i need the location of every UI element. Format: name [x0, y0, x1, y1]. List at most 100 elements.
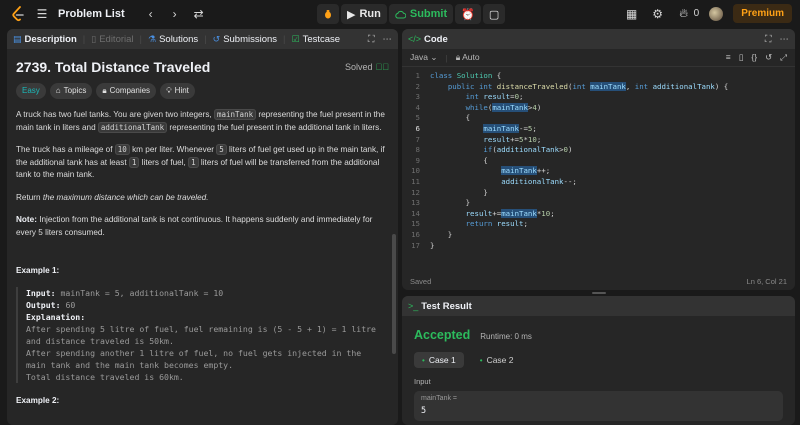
streak-counter[interactable]: 🔥︎ 0 — [676, 6, 700, 22]
solved-status: Solved ✓⃝ — [345, 61, 389, 74]
tab-editorial[interactable]: ▯ Editorial — [91, 34, 133, 45]
flask-icon: ⚗ — [148, 33, 157, 44]
more-options-icon[interactable]: ⋯ — [780, 34, 790, 45]
code-line: result+=5*10; — [483, 134, 542, 144]
line-number: 1 — [415, 71, 420, 80]
test-result-body: Accepted Runtime: 0 ms • Case 1 • Case 2… — [402, 316, 795, 425]
reset-icon[interactable]: ↺ — [765, 52, 772, 63]
prev-problem-icon[interactable]: ‹ — [143, 6, 159, 22]
input-label: Input: — [26, 287, 56, 298]
language-select[interactable]: Java ⌄ — [410, 52, 437, 63]
line-number: 7 — [415, 134, 420, 144]
hint-button[interactable]: 💡︎ Hint — [160, 82, 195, 99]
avatar[interactable] — [709, 6, 724, 21]
submit-button[interactable]: Submit — [388, 4, 454, 24]
tab-solutions[interactable]: ⚗ Solutions — [148, 34, 198, 45]
fullscreen-icon[interactable]: ⤢ — [780, 52, 787, 63]
maximize-icon[interactable]: ⛶ — [368, 34, 375, 45]
problem-list-link[interactable]: Problem List — [58, 8, 125, 20]
companies-button[interactable]: 🔒︎ Companies — [96, 82, 157, 99]
debug-button[interactable] — [317, 4, 339, 24]
problem-list-icon[interactable]: ☰ — [34, 6, 50, 22]
test-result-header: >_ Test Result — [402, 296, 795, 316]
toolbar-divider: | — [445, 52, 448, 63]
terminal-icon: >_ — [408, 301, 419, 311]
notes-icon[interactable]: ≡ — [726, 52, 731, 63]
panel-resize-handle[interactable] — [592, 292, 606, 294]
line-number: 11 — [411, 176, 420, 186]
runtime-text: Runtime: 0 ms — [480, 332, 532, 341]
cursor-position: Ln 6, Col 21 — [746, 277, 787, 286]
checkbox-icon: ☑ — [291, 33, 300, 44]
bug-icon — [325, 10, 331, 19]
tab-label: Submissions — [223, 33, 278, 45]
input-section-label: Input — [414, 377, 431, 386]
pass-dot-icon: • — [479, 355, 483, 365]
text: Return — [16, 192, 43, 202]
settings-gear-icon[interactable]: ⚙ — [650, 6, 666, 22]
language-value: Java — [410, 52, 428, 62]
code-line: } — [430, 187, 488, 197]
topics-button[interactable]: ⌂ Topics — [49, 82, 93, 99]
save-status: Saved — [410, 277, 432, 286]
code-line: } — [430, 198, 471, 208]
output-label: Output: — [26, 299, 61, 310]
inline-code: mainTank — [213, 109, 257, 120]
line-number: 5 — [415, 113, 420, 123]
line-number: 14 — [411, 208, 420, 218]
line-number: 4 — [415, 102, 420, 112]
premium-button[interactable]: Premium — [733, 4, 792, 23]
code-line: additionalTank--; — [501, 176, 577, 186]
result-status: Accepted — [414, 328, 471, 342]
book-icon: ▯ — [91, 33, 97, 44]
problem-title[interactable]: 2739. Total Distance Traveled — [16, 60, 210, 73]
shuffle-icon[interactable]: ⇄ — [191, 6, 207, 22]
solved-label: Solved — [344, 62, 373, 72]
code-line: } — [430, 229, 453, 239]
layout-grid-icon[interactable]: ▦ — [624, 6, 640, 22]
difficulty-badge: Easy — [16, 82, 46, 99]
auto-mode-toggle[interactable]: 🔒︎ Auto — [456, 52, 480, 63]
note-icon: ▢ — [488, 8, 500, 21]
code-editor[interactable]: 1 class Solution { 2 public int distanceT… — [402, 67, 795, 251]
code-status-bar: Saved Ln 6, Col 21 — [410, 277, 787, 286]
run-button[interactable]: ▶ Run — [341, 4, 387, 24]
streak-count: 0 — [693, 8, 700, 19]
next-problem-icon[interactable]: › — [167, 6, 183, 22]
submit-label: Submit — [409, 8, 448, 20]
timer-button[interactable]: ⏰ — [455, 4, 481, 24]
explanation-line: After spending another 1 litre of fuel, … — [26, 347, 362, 358]
check-circle-icon: ✓⃝ — [375, 62, 390, 72]
history-icon: ↺ — [212, 33, 221, 44]
problem-description: 2739. Total Distance Traveled Solved ✓⃝ … — [7, 49, 398, 415]
braces-icon[interactable]: {} — [751, 52, 757, 63]
text: The truck has a mileage of — [16, 145, 115, 154]
notes-button[interactable]: ▢ — [482, 4, 506, 24]
paragraph-tanks: A truck has two fuel tanks. You are give… — [16, 109, 389, 134]
tab-case-2[interactable]: • Case 2 — [472, 352, 522, 368]
description-scrollbar[interactable] — [392, 234, 396, 354]
tab-testcase[interactable]: ☑ Testcase — [292, 34, 341, 45]
tab-case-1[interactable]: • Case 1 — [414, 352, 464, 368]
tab-description[interactable]: ▤ Description — [13, 34, 77, 45]
test-result-panel: >_ Test Result Accepted Runtime: 0 ms • … — [402, 296, 795, 425]
pass-dot-icon: • — [422, 355, 425, 365]
code-line: class Solution { — [430, 71, 502, 80]
tab-test-result[interactable]: >_ Test Result — [408, 301, 472, 312]
code-toolbar: Java ⌄ | 🔒︎ Auto ≡ ▯ {} ↺ ⤢ — [402, 49, 795, 67]
code-line: { — [430, 113, 471, 123]
play-icon: ▶ — [347, 8, 356, 21]
tab-submissions[interactable]: ↺ Submissions — [213, 34, 277, 45]
bookmark-icon[interactable]: ▯ — [739, 52, 744, 63]
lock-icon: 🔒︎ — [102, 85, 107, 95]
tab-divider: | — [283, 33, 286, 45]
tab-divider: | — [82, 33, 86, 45]
case-label: Case 1 — [428, 355, 456, 365]
output-value: 60 — [60, 299, 76, 310]
more-options-icon[interactable]: ⋯ — [383, 34, 393, 45]
code-line: result+=mainTank*10; — [465, 208, 555, 218]
leetcode-logo-icon[interactable] — [10, 6, 26, 22]
maximize-icon[interactable]: ⛶ — [765, 34, 772, 45]
input-value: mainTank = 5, additionalTank = 10 — [55, 287, 224, 298]
tab-code[interactable]: </> Code — [408, 34, 448, 45]
